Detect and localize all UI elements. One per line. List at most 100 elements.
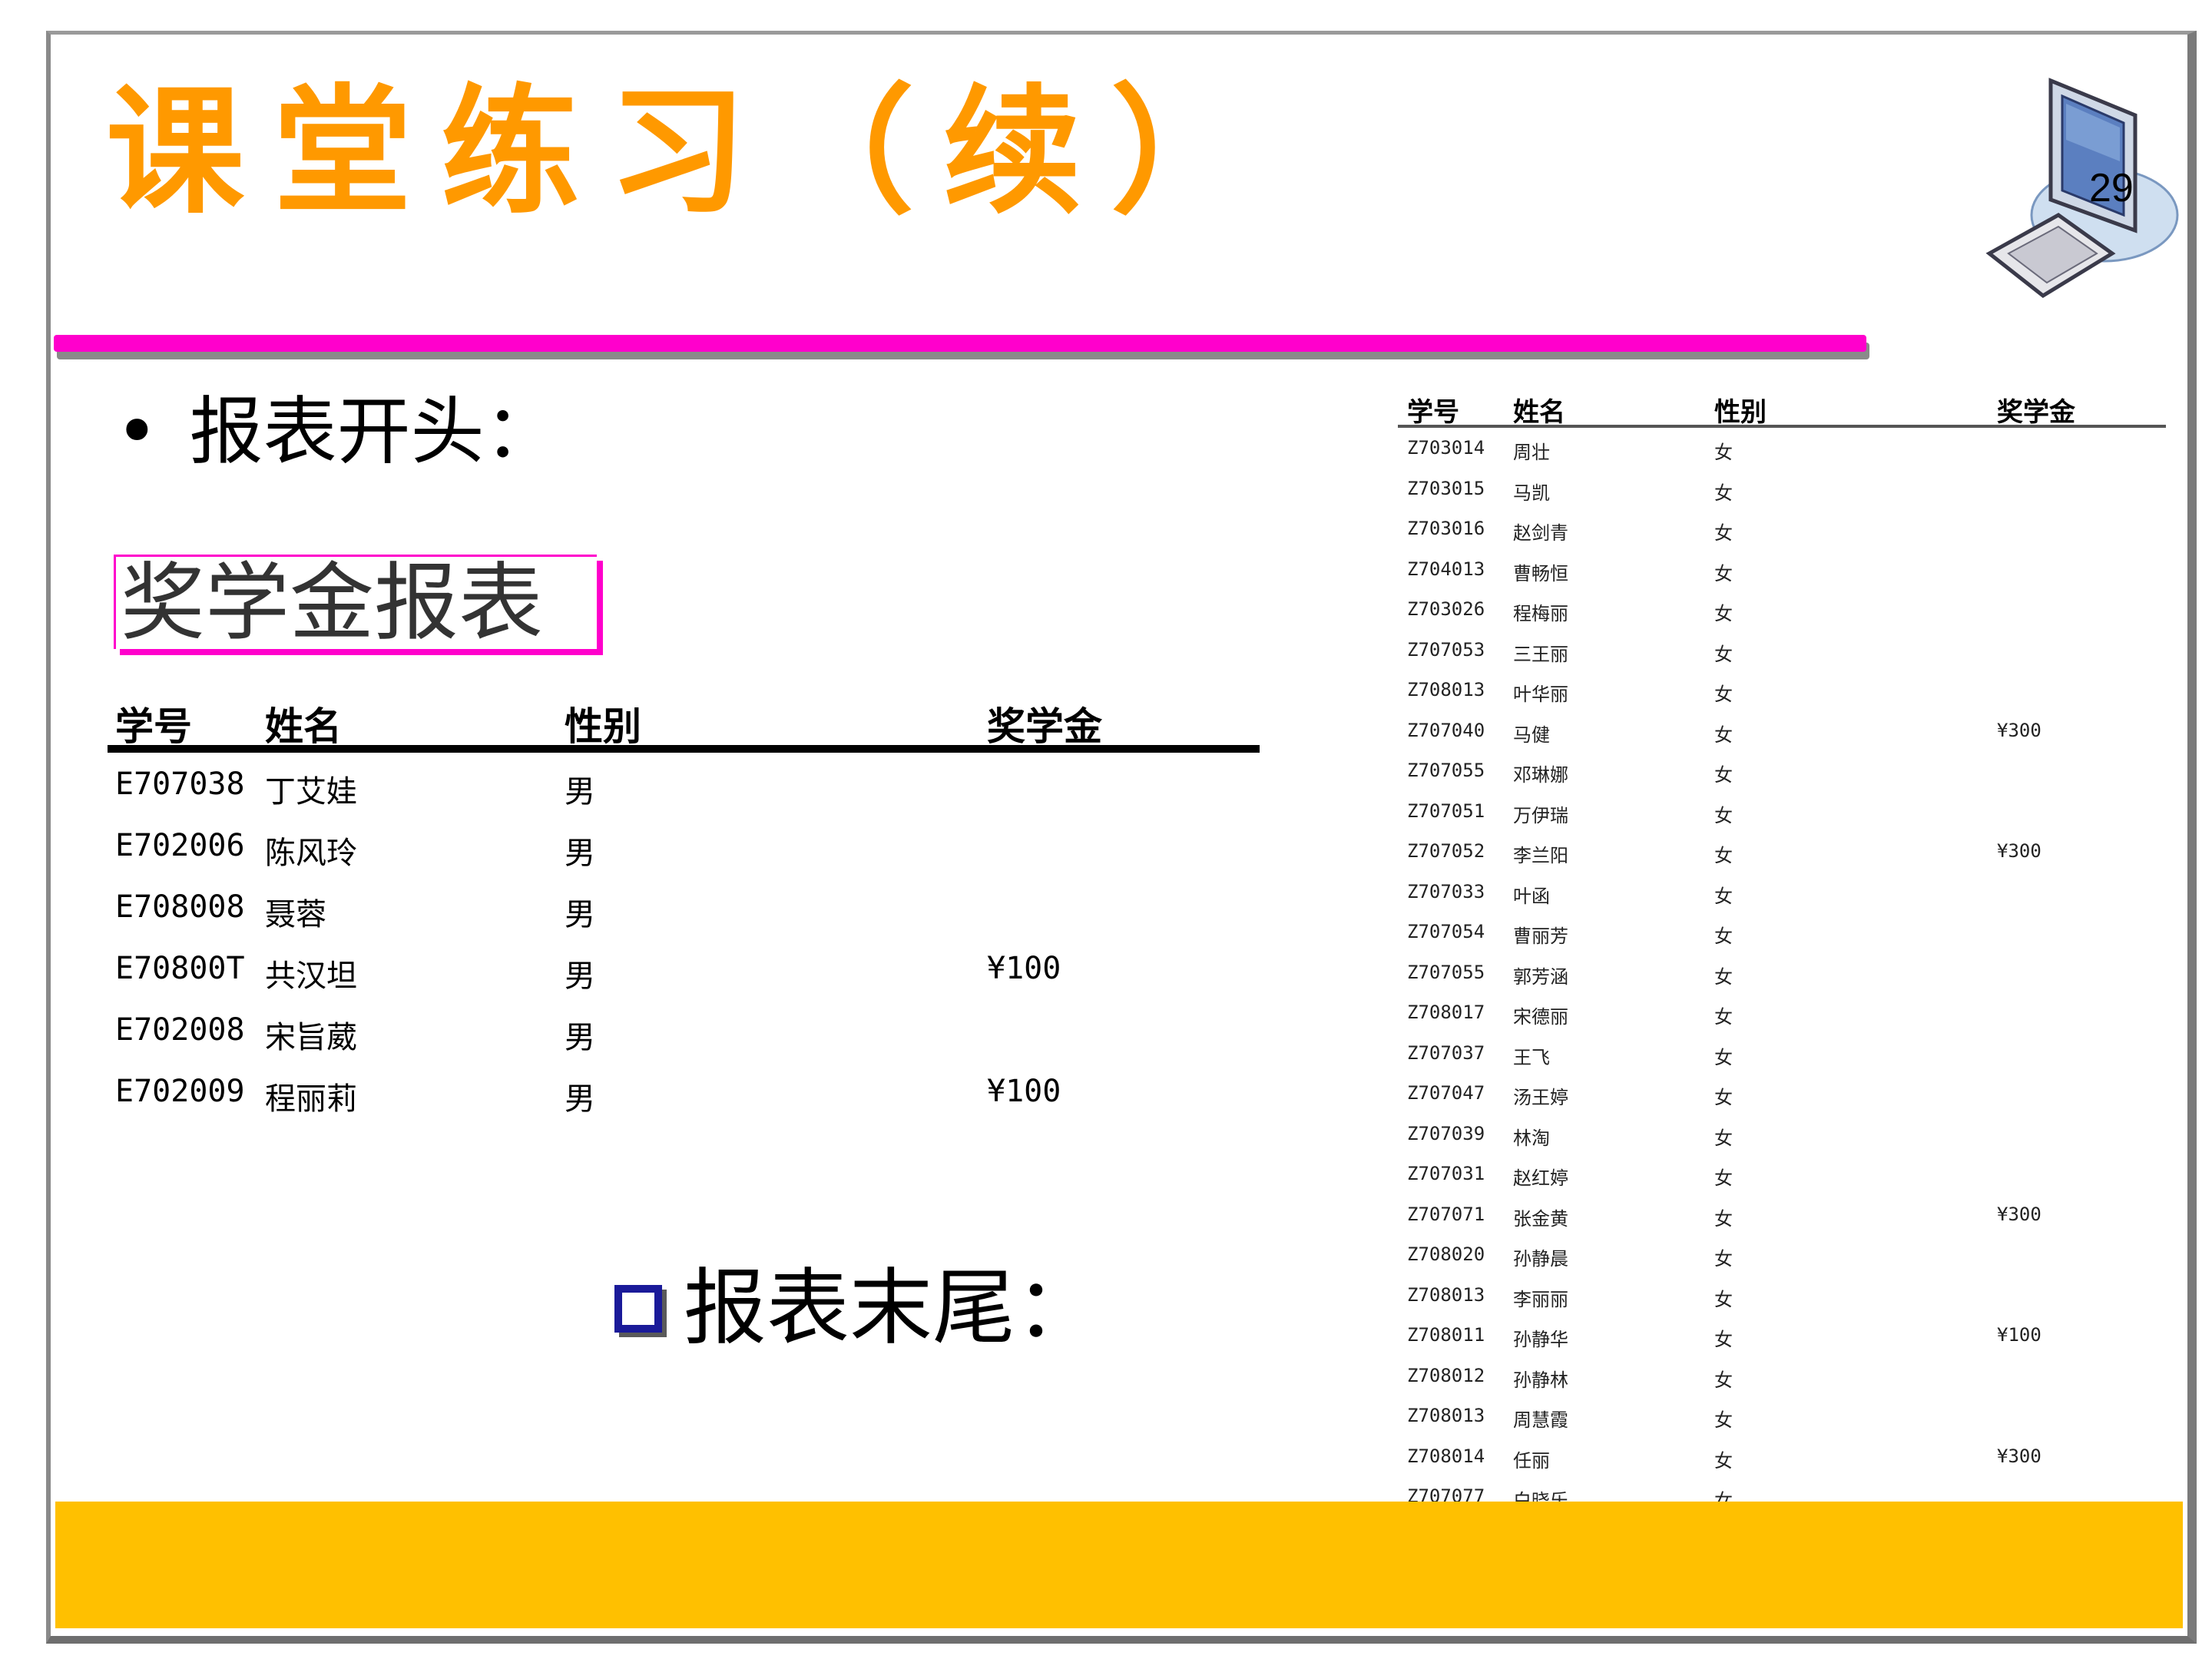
table-row: E702006 陈风玲 男 [108, 814, 1260, 876]
cell-name: 孙静华 [1513, 1329, 1568, 1350]
table-row: Z707040 马健 女 ¥300 [1398, 710, 2166, 751]
table-row: Z707033 叶函 女 [1398, 872, 2166, 912]
cell-scholarship: ¥300 [1997, 840, 2041, 862]
cell-gender: 女 [1714, 1329, 1733, 1350]
cell-gender: 男 [565, 774, 595, 810]
cell-gender: 女 [1714, 1369, 1733, 1391]
cell-gender: 女 [1714, 965, 1733, 988]
cell-student-id: Z707054 [1407, 921, 1485, 942]
cell-gender: 女 [1714, 1087, 1733, 1108]
cell-student-id: Z707071 [1407, 1203, 1485, 1225]
cell-scholarship: ¥300 [1997, 1203, 2041, 1225]
table-row: Z707054 曹丽芳 女 [1398, 912, 2166, 952]
cell-gender: 女 [1714, 684, 1733, 705]
cell-student-id: Z707051 [1407, 800, 1485, 822]
table-row: Z703016 赵剑青 女 [1398, 508, 2166, 549]
cell-name: 三王丽 [1513, 643, 1568, 665]
table-body: Z703014 周壮女 Z703015 马凯女 Z703016 赵剑青女 Z704013 曹畅… [1398, 428, 2166, 1517]
cell-name: 曹畅恒 [1513, 562, 1568, 584]
cell-student-id: Z707053 [1407, 638, 1485, 661]
header-gender: 性别 [565, 704, 641, 749]
table-row: Z708014 任丽 女 ¥300 [1398, 1436, 2166, 1477]
cell-scholarship: ¥300 [1997, 719, 2041, 741]
cell-gender: 男 [565, 1020, 595, 1055]
cell-name: 赵红婷 [1513, 1167, 1568, 1189]
table-row: Z707051 万伊瑞 女 [1398, 791, 2166, 832]
cell-name: 宋德丽 [1513, 1006, 1568, 1028]
header-student-id: 学号 [115, 704, 192, 749]
cell-name: 陈风玲 [265, 836, 357, 871]
table-row: Z708020 孙静晨 女 [1398, 1234, 2166, 1275]
cell-student-id: Z704013 [1407, 558, 1485, 580]
cell-name: 孙静林 [1513, 1369, 1568, 1391]
cell-name: 程丽莉 [265, 1081, 357, 1117]
table-header-row: 学号 姓名 性别 奖学金 [108, 691, 1260, 753]
cell-name: 孙静晨 [1513, 1248, 1568, 1270]
footer-bar [55, 1502, 2183, 1628]
table-row: E702008 宋旨葳 男 [108, 998, 1260, 1060]
cell-name: 丁艾娃 [265, 774, 357, 810]
table-row: Z708017 宋德丽 女 [1398, 992, 2166, 1033]
cell-student-id: Z703026 [1407, 598, 1485, 620]
table-header-row: 学号 姓名 性别 奖学金 [1398, 388, 2166, 428]
cell-name: 林淘 [1513, 1127, 1550, 1149]
cell-student-id: Z708013 [1407, 679, 1485, 700]
table-row: Z707047 汤王婷 女 [1398, 1073, 2166, 1114]
cell-student-id: Z707039 [1407, 1122, 1485, 1144]
cell-student-id: Z708020 [1407, 1243, 1485, 1265]
table-row: Z703014 周壮 女 [1398, 428, 2166, 469]
cell-student-id: E702008 [115, 1012, 245, 1048]
cell-gender: 女 [1714, 1046, 1733, 1068]
cell-gender: 女 [1714, 1207, 1733, 1230]
cell-gender: 女 [1714, 643, 1733, 665]
table-row: Z707055 邓琳娜 女 [1398, 750, 2166, 791]
bullet-report-end-text: 报表末尾： [684, 1260, 1099, 1356]
cell-name: 共汉坦 [265, 959, 357, 994]
cell-student-id: Z707047 [1407, 1082, 1485, 1104]
header-scholarship: 奖学金 [1997, 397, 2075, 428]
table-row: Z708012 孙静林 女 [1398, 1356, 2166, 1396]
cell-gender: 男 [565, 1081, 595, 1117]
header-name: 姓名 [265, 704, 342, 749]
report-title: 奖学金报表 [114, 555, 597, 649]
cell-student-id: Z707031 [1407, 1163, 1485, 1184]
cell-student-id: Z707052 [1407, 840, 1485, 862]
table-row: E708008 聂蓉 男 [108, 876, 1260, 937]
cell-gender: 女 [1714, 724, 1733, 746]
table-row: Z707053 三王丽 女 [1398, 630, 2166, 671]
cell-student-id: Z708011 [1407, 1324, 1485, 1346]
header-student-id: 学号 [1407, 397, 1459, 428]
cell-name: 万伊瑞 [1513, 804, 1568, 826]
cell-gender: 女 [1714, 1248, 1733, 1270]
cell-student-id: Z703015 [1407, 477, 1485, 499]
cell-student-id: E702009 [115, 1074, 245, 1109]
cell-scholarship: ¥100 [1997, 1324, 2041, 1346]
header-name: 姓名 [1513, 397, 1565, 428]
header-gender: 性别 [1714, 397, 1767, 428]
table-row: Z707037 王飞 女 [1398, 1033, 2166, 1074]
cell-scholarship: ¥100 [987, 951, 1061, 986]
cell-name: 宋旨葳 [265, 1020, 357, 1055]
table-row: Z703015 马凯 女 [1398, 469, 2166, 509]
cell-gender: 女 [1714, 764, 1733, 786]
title-underline-bar [54, 335, 1866, 352]
bullet-report-end: 报表末尾： [614, 1263, 1098, 1355]
table-row: Z707039 林淘 女 [1398, 1114, 2166, 1154]
cell-name: 赵剑青 [1513, 522, 1568, 544]
cell-gender: 男 [565, 959, 595, 994]
cell-student-id: E70800T [115, 951, 245, 986]
computer-icon [1985, 78, 2179, 299]
cell-student-id: Z707037 [1407, 1041, 1485, 1064]
report-footer-table: 学号 姓名 性别 奖学金 Z703014 周壮女 Z703015 马凯女 Z703016… [1398, 388, 2166, 1517]
cell-gender: 女 [1714, 804, 1733, 826]
cell-name: 马健 [1513, 724, 1550, 746]
table-row: Z707071 张金黄 女 ¥300 [1398, 1194, 2166, 1235]
cell-student-id: Z707040 [1407, 719, 1485, 741]
table-row: Z708013 李丽丽 女 [1398, 1275, 2166, 1316]
cell-name: 郭芳涵 [1513, 965, 1568, 988]
bullet-dot-icon: • [115, 389, 159, 475]
cell-student-id: Z703014 [1407, 437, 1485, 459]
cell-student-id: Z708013 [1407, 1283, 1485, 1306]
cell-student-id: Z708013 [1407, 1405, 1485, 1426]
cell-name: 李兰阳 [1513, 845, 1568, 866]
